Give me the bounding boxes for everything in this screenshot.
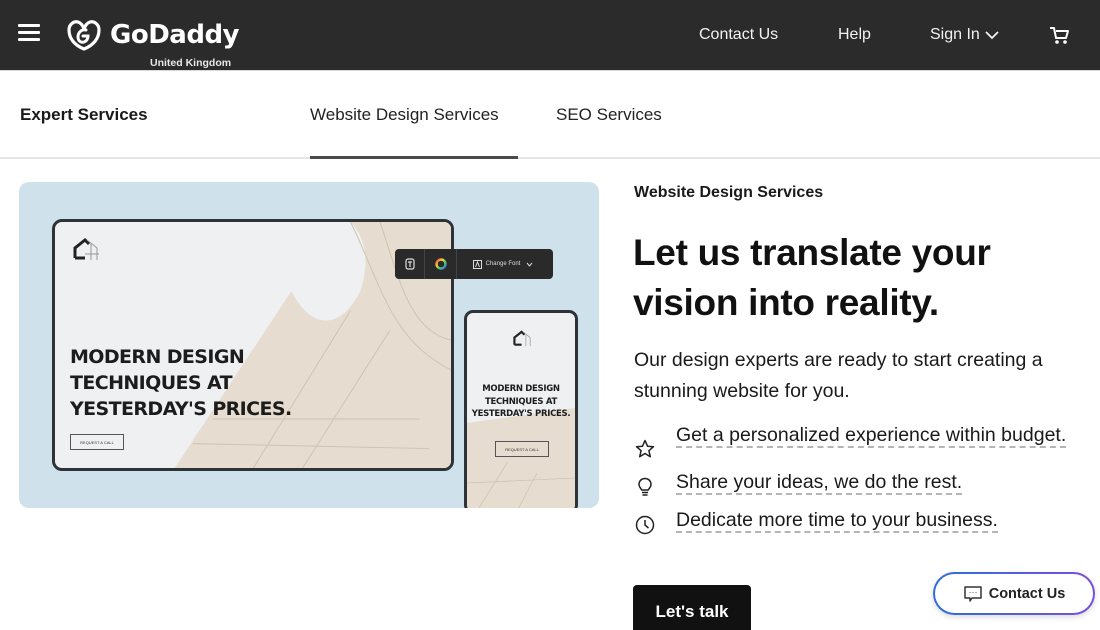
desktop-mockup: MODERN DESIGN TECHNIQUES AT YESTERDAY'S … bbox=[52, 219, 454, 471]
phone-mockup-headline: MODERN DESIGN TECHNIQUES AT YESTERDAY'S … bbox=[471, 384, 571, 419]
font-icon bbox=[472, 259, 482, 269]
desktop-mockup-button: REQUEST A CALL bbox=[70, 434, 124, 450]
star-icon bbox=[635, 439, 655, 458]
lightbulb-icon bbox=[638, 477, 652, 496]
phone-mockup: MODERN DESIGN TECHNIQUES AT YESTERDAY'S … bbox=[464, 310, 578, 508]
top-navigation-bar: GoDaddy United Kingdom Contact Us Help S… bbox=[0, 0, 1100, 71]
sign-in-label: Sign In bbox=[930, 26, 980, 43]
editor-toolbar: Change Font bbox=[395, 249, 553, 279]
change-font-dropdown: Change Font bbox=[457, 249, 553, 279]
list-item: Get a personalized experience within bud… bbox=[634, 420, 1094, 460]
godaddy-logo-icon bbox=[67, 20, 101, 51]
active-tab-indicator bbox=[310, 156, 518, 159]
clock-icon bbox=[635, 515, 655, 535]
chevron-down-icon bbox=[985, 30, 999, 39]
intro-text: Our design experts are ready to start cr… bbox=[634, 349, 1043, 402]
godaddy-logo[interactable]: GoDaddy bbox=[66, 18, 240, 52]
color-wheel-icon bbox=[425, 249, 457, 279]
brand-name: GoDaddy bbox=[110, 20, 240, 50]
phone-mockup-button: REQUEST A CALL bbox=[495, 441, 549, 457]
tab-website-design-services[interactable]: Website Design Services bbox=[310, 105, 499, 125]
tab-seo-services[interactable]: SEO Services bbox=[556, 105, 662, 125]
house-logo-icon bbox=[73, 237, 99, 260]
nav-help-link[interactable]: Help bbox=[838, 26, 871, 44]
nav-sign-in-dropdown[interactable]: Sign In bbox=[930, 26, 999, 44]
sub-navigation: Expert Services Website Design Services … bbox=[0, 72, 1100, 159]
feature-list: Get a personalized experience within bud… bbox=[634, 420, 1094, 543]
shopping-cart-icon[interactable] bbox=[1049, 26, 1071, 46]
chat-icon bbox=[963, 585, 982, 602]
section-eyebrow: Website Design Services bbox=[634, 184, 824, 201]
nav-contact-us-link[interactable]: Contact Us bbox=[699, 26, 778, 44]
hero-illustration: MODERN DESIGN TECHNIQUES AT YESTERDAY'S … bbox=[19, 182, 599, 508]
change-font-label: Change Font bbox=[485, 261, 521, 267]
section-title[interactable]: Expert Services bbox=[20, 105, 148, 125]
feature-text: Dedicate more time to your business. bbox=[676, 509, 998, 533]
floating-contact-us-button[interactable]: Contact Us bbox=[933, 572, 1095, 615]
list-item: Dedicate more time to your business. bbox=[634, 505, 1094, 536]
page-headline: Let us translate your vision into realit… bbox=[633, 232, 991, 323]
feature-text: Share your ideas, we do the rest. bbox=[676, 471, 963, 495]
contact-us-label: Contact Us bbox=[988, 585, 1066, 602]
hamburger-menu-icon[interactable] bbox=[18, 24, 40, 42]
list-item: Share your ideas, we do the rest. bbox=[634, 467, 1094, 498]
desktop-mockup-headline: MODERN DESIGN TECHNIQUES AT YESTERDAY'S … bbox=[70, 346, 292, 420]
text-style-icon bbox=[395, 249, 425, 279]
chevron-down-icon bbox=[526, 262, 533, 267]
region-label: United Kingdom bbox=[150, 57, 232, 69]
feature-text: Get a personalized experience within bud… bbox=[676, 424, 1067, 448]
lets-talk-button[interactable]: Let's talk bbox=[633, 585, 751, 630]
house-logo-icon bbox=[513, 330, 531, 347]
